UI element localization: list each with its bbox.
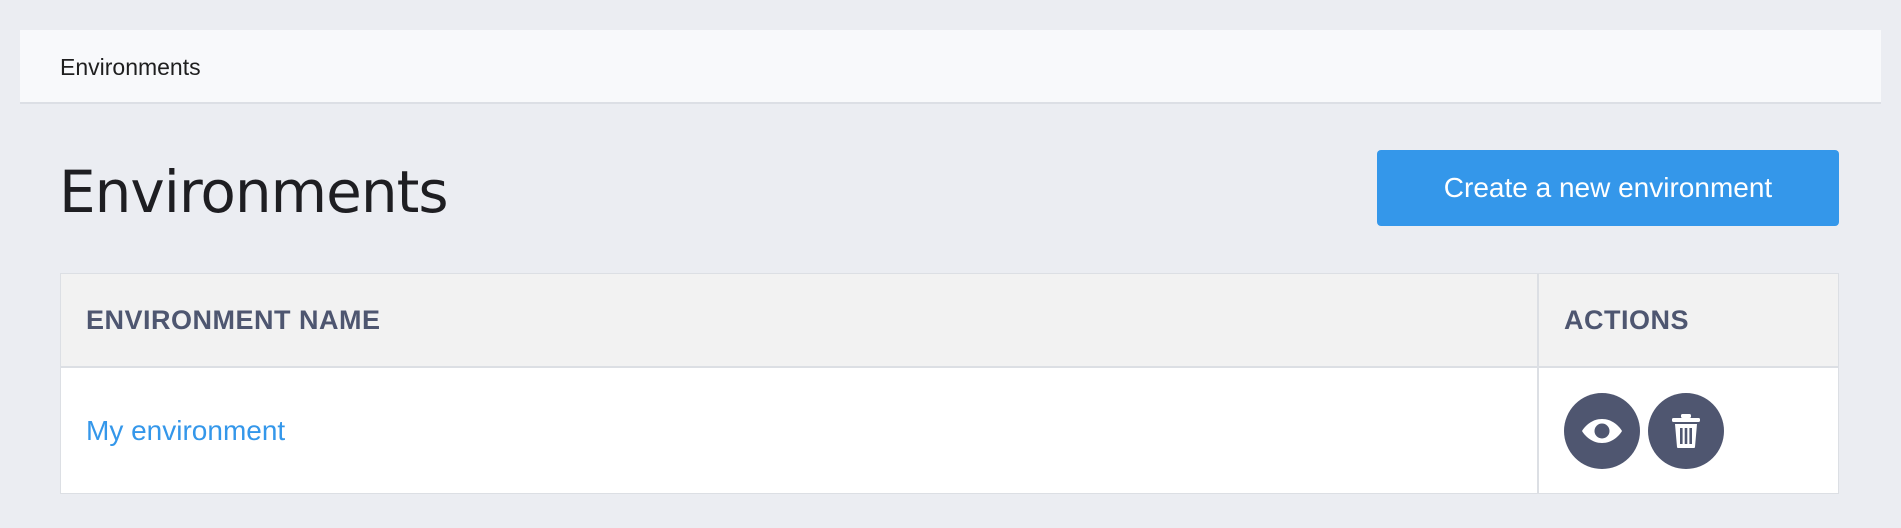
eye-icon — [1581, 418, 1623, 444]
cell-actions — [1539, 368, 1838, 493]
create-environment-button[interactable]: Create a new environment — [1377, 150, 1839, 226]
breadcrumb: Environments — [20, 30, 1881, 104]
table-row: My environment — [61, 368, 1838, 493]
breadcrumb-item-environments[interactable]: Environments — [60, 54, 201, 81]
cell-environment-name: My environment — [61, 368, 1539, 493]
header-cell-name: ENVIRONMENT NAME — [61, 274, 1539, 366]
page-title: Environments — [59, 158, 449, 226]
table-header: ENVIRONMENT NAME ACTIONS — [61, 274, 1838, 368]
header-cell-actions: ACTIONS — [1539, 274, 1838, 366]
environment-link[interactable]: My environment — [86, 415, 285, 447]
environments-table: ENVIRONMENT NAME ACTIONS My environment — [60, 273, 1839, 494]
view-button[interactable] — [1564, 392, 1640, 469]
trash-icon — [1671, 413, 1701, 449]
column-header-environment-name: ENVIRONMENT NAME — [86, 304, 381, 335]
column-header-actions: ACTIONS — [1564, 304, 1689, 335]
delete-button[interactable] — [1648, 392, 1724, 469]
